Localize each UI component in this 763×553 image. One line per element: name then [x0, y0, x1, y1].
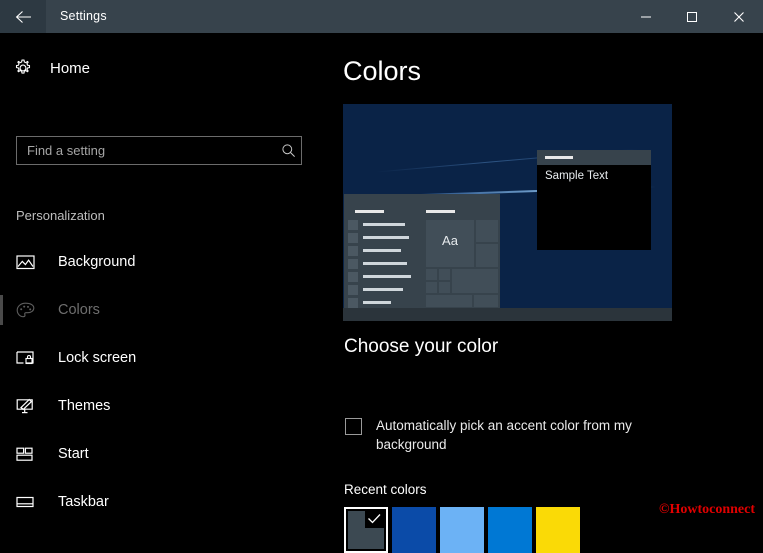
start-menu-tile [474, 295, 498, 307]
search-box[interactable] [16, 136, 302, 165]
sidebar-item-home[interactable]: Home [14, 59, 90, 77]
tile-aa-text: Aa [442, 233, 458, 248]
search-input[interactable] [17, 143, 275, 158]
sidebar-item-taskbar[interactable]: Taskbar [0, 478, 318, 526]
start-menu-tile [439, 269, 450, 280]
picture-icon [16, 254, 42, 270]
sidebar-item-label: Taskbar [58, 494, 109, 510]
content-pane: Colors Aa Sample Text Choose your color … [343, 33, 763, 553]
auto-accent-label: Automatically pick an accent color from … [376, 418, 632, 452]
start-menu-tile [426, 282, 437, 293]
sidebar-item-themes[interactable]: Themes [0, 382, 318, 430]
start-menu-tile [476, 220, 498, 242]
window-title: Settings [60, 9, 107, 23]
palette-icon [16, 302, 42, 319]
close-button[interactable] [715, 0, 763, 33]
maximize-icon [687, 11, 697, 22]
color-swatch-light-blue[interactable] [440, 507, 484, 553]
start-menu-tile [426, 269, 437, 280]
start-menu-tile [452, 269, 498, 293]
auto-accent-checkbox-row[interactable]: Automatically pick an accent color from … [345, 416, 675, 454]
auto-accent-checkbox[interactable] [345, 418, 362, 435]
gear-icon [15, 59, 31, 74]
recent-colors-swatches [344, 507, 580, 553]
start-menu-tile-aa: Aa [426, 220, 474, 267]
start-menu-mockup: Aa [344, 194, 500, 321]
sidebar-item-colors[interactable]: Colors [0, 286, 318, 334]
start-menu-tiles: Aa [422, 194, 500, 321]
sidebar-item-background[interactable]: Background [0, 238, 318, 286]
color-preview-image: Aa Sample Text [343, 104, 672, 321]
minimize-icon [641, 16, 651, 17]
start-menu-heading-bar [355, 210, 384, 213]
settings-window: Settings Home Find a setting Personaliza… [0, 0, 763, 553]
sidebar-item-label: Background [58, 254, 136, 270]
lock-screen-icon [16, 350, 42, 366]
sidebar-item-label: Themes [58, 398, 111, 414]
taskbar-icon [16, 495, 42, 509]
start-menu-app-list [344, 194, 422, 321]
start-menu-tile [476, 244, 498, 267]
sidebar-nav: Background Colors Lock screen Themes Sta… [0, 238, 318, 526]
sidebar-item-label: Start [58, 446, 89, 462]
checkmark-icon [368, 514, 381, 524]
sidebar-section-header: Personalization [16, 208, 105, 223]
choose-your-color-title: Choose your color [344, 336, 499, 357]
search-icon [275, 143, 301, 158]
sidebar-item-label: Colors [58, 302, 100, 318]
watermark: ©Howtoconnect [659, 502, 755, 517]
maximize-button[interactable] [669, 0, 715, 33]
home-label: Home [50, 59, 91, 77]
themes-icon [16, 398, 42, 415]
sample-window-titlebar [537, 150, 651, 165]
color-swatch-navy-blue[interactable] [392, 507, 436, 553]
preview-taskbar [343, 308, 672, 321]
color-swatch-medium-blue[interactable] [488, 507, 532, 553]
recent-colors-label: Recent colors [344, 482, 427, 497]
back-button[interactable] [0, 0, 46, 33]
start-menu-tile [439, 282, 450, 293]
sample-window-mockup: Sample Text [537, 150, 651, 250]
sidebar-item-start[interactable]: Start [0, 430, 318, 478]
minimize-button[interactable] [623, 0, 669, 33]
page-title: Colors [343, 56, 422, 86]
sample-window-text: Sample Text [545, 170, 609, 182]
title-bar: Settings [0, 0, 763, 33]
color-swatch-dark-slate[interactable] [344, 507, 388, 553]
back-arrow-icon [15, 10, 31, 23]
close-icon [734, 11, 744, 22]
start-tiles-icon [16, 447, 42, 462]
start-menu-tile [426, 295, 472, 307]
sidebar-item-lock-screen[interactable]: Lock screen [0, 334, 318, 382]
window-controls [623, 0, 763, 33]
color-swatch-yellow[interactable] [536, 507, 580, 553]
sidebar-scrollbar-track[interactable] [318, 33, 638, 522]
sidebar: Home Personalization Backgroun [0, 33, 318, 522]
sidebar-item-label: Lock screen [58, 350, 137, 366]
start-menu-tiles-heading-bar [426, 210, 455, 213]
